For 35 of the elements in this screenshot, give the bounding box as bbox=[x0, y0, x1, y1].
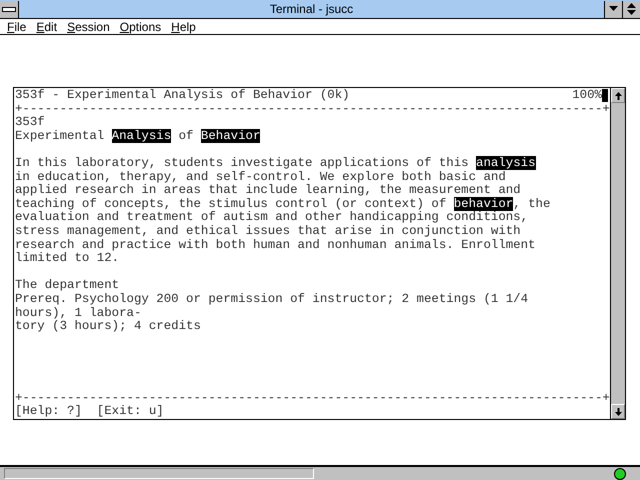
text-line: tory (3 hours); 4 credits bbox=[15, 320, 202, 334]
scrollbar[interactable] bbox=[610, 88, 625, 419]
arrow-down-icon bbox=[614, 408, 622, 416]
arrow-up-icon bbox=[614, 92, 622, 100]
text-line: hours), 1 labora- bbox=[15, 306, 142, 320]
text-line: limited to 12. bbox=[15, 252, 120, 266]
text-line: in education, therapy, and self-control. We explore both basic and bbox=[15, 170, 507, 184]
up-down-caret-icon bbox=[627, 3, 636, 15]
percent-indicator: 100% bbox=[572, 89, 602, 103]
scroll-down-button[interactable] bbox=[611, 404, 625, 419]
text-line: In this laboratory, students investigate applications of this analysis bbox=[15, 156, 537, 171]
text-line: applied research in areas that include learning, the measurement and bbox=[15, 184, 522, 198]
key-hints: [Help: ?] [Exit: u] bbox=[15, 405, 165, 419]
menu-item[interactable]: Session bbox=[62, 20, 115, 34]
text-line: stress management, and ethical issues that arise in conjunction with bbox=[15, 224, 522, 239]
text-line: Prereq. Psychology 200 or permission of instructor; 2 meetings (1 1/4 bbox=[15, 292, 530, 306]
minimize-button[interactable] bbox=[604, 0, 622, 18]
dashed-rule: +------------------------------------------------------------------------------+ bbox=[15, 392, 610, 405]
dashed-rule: +------------------------------------------------------------------------------+ bbox=[15, 102, 610, 116]
scroll-up-button[interactable] bbox=[611, 88, 625, 103]
text-line: research and practice with both human and nonhuman animals. Enrollment bbox=[15, 238, 536, 252]
menu-item[interactable]: Edit bbox=[31, 20, 62, 34]
caret-down-icon bbox=[609, 6, 618, 12]
text-line: evaluation and treatment of autism and other handicapping conditions, bbox=[15, 211, 530, 225]
header-title: 353f - Experimental Analysis of Behavior (0k) bbox=[15, 89, 350, 103]
text-line: The department bbox=[15, 279, 120, 293]
text-line: teaching of concepts, the stimulus control (or context) of behavior, the bbox=[15, 198, 552, 211]
text-line: Experimental Analysis of Behavior bbox=[15, 130, 262, 144]
window-title: Terminal - jsucc bbox=[268, 2, 354, 16]
restore-button[interactable] bbox=[622, 0, 640, 18]
menu-item[interactable]: File bbox=[2, 20, 32, 34]
menu-item[interactable]: Help bbox=[166, 20, 201, 34]
system-menu-button[interactable] bbox=[0, 0, 19, 18]
text-line: 353f bbox=[15, 116, 46, 130]
menu-item[interactable]: Options bbox=[114, 20, 166, 34]
